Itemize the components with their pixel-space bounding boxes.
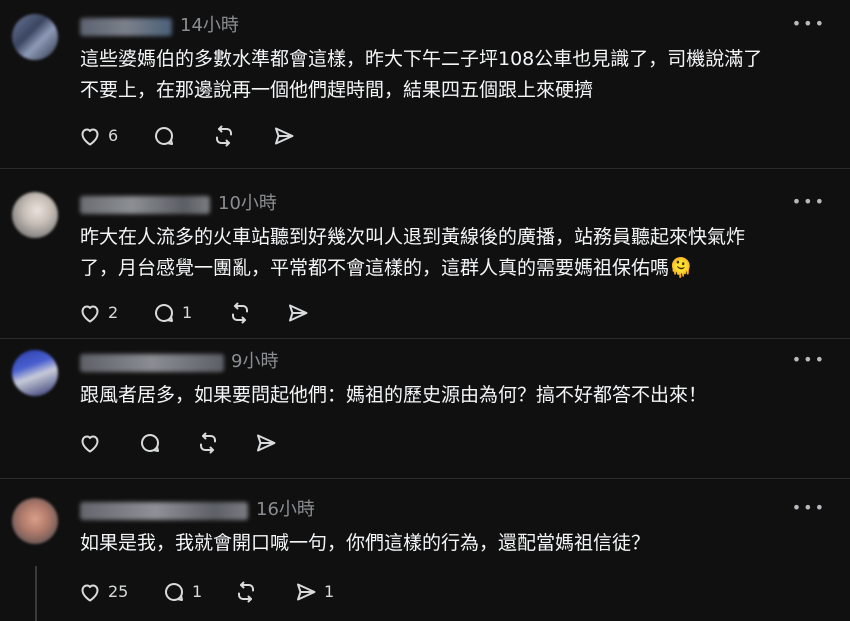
speech-bubble-icon: [165, 583, 183, 601]
comment-line: 如果是我，我就會開口喊一句，你們這樣的行為，還配當媽祖信徒？: [80, 532, 651, 554]
like-count: 2: [108, 303, 119, 322]
repost-button[interactable]: [234, 579, 264, 605]
timestamp: 10小時: [218, 193, 277, 214]
username-blurred[interactable]: [80, 196, 210, 214]
repost-icon: [232, 302, 248, 324]
divider: [0, 478, 850, 479]
more-options-icon[interactable]: •••: [792, 16, 826, 32]
comment-line: 跟風者居多，如果要問起他們：媽祖的歷史源由為何？搞不好都答不出來！: [80, 384, 708, 406]
comment-line: 了，月台感覺一團亂，平常都不會這樣的，這群人真的需要媽祖保佑嗎🫠: [80, 257, 693, 279]
username-blurred[interactable]: [80, 502, 248, 520]
repost-button[interactable]: [212, 123, 242, 149]
more-options-icon[interactable]: •••: [792, 194, 826, 210]
speech-bubble-icon: [141, 434, 159, 452]
reply-button[interactable]: 1: [162, 579, 202, 605]
comment-text: 這些婆媽伯的多數水準都會這樣，昨大下午二子坪108公車也見識了，司機說滿了 不要…: [80, 44, 825, 106]
heart-icon: [81, 305, 99, 323]
share-count: 1: [324, 582, 335, 601]
divider: [0, 168, 850, 169]
username-blurred[interactable]: [80, 354, 224, 372]
send-icon: [257, 434, 276, 452]
speech-bubble-icon: [155, 304, 173, 322]
heart-icon: [81, 584, 99, 602]
timestamp: 14小時: [180, 15, 239, 36]
reply-count: 1: [182, 303, 193, 322]
divider: [0, 338, 850, 339]
repost-icon: [238, 581, 254, 603]
repost-button[interactable]: [196, 430, 226, 456]
avatar[interactable]: [12, 14, 58, 60]
share-button[interactable]: 1: [294, 579, 334, 605]
timestamp: 9小時: [231, 351, 279, 372]
repost-button[interactable]: [228, 300, 258, 326]
reply-count: 1: [192, 582, 203, 601]
reply-button[interactable]: [152, 123, 182, 149]
like-count: 25: [108, 582, 129, 601]
repost-icon: [200, 432, 216, 454]
comment-text: 如果是我，我就會開口喊一句，你們這樣的行為，還配當媽祖信徒？: [80, 528, 825, 559]
avatar[interactable]: [12, 192, 58, 238]
comment-line: 不要上，在那邊說再一個他們趕時間，結果四五個跟上來硬擠: [80, 79, 594, 101]
comment-text: 昨大在人流多的火車站聽到好幾次叫人退到黃線後的廣播，站務員聽起來快氣炸 了，月台…: [80, 222, 825, 284]
like-count: 6: [108, 126, 119, 145]
heart-icon: [81, 435, 99, 453]
like-button[interactable]: 6: [78, 123, 118, 149]
heart-icon: [81, 128, 99, 146]
comment-line: 這些婆媽伯的多數水準都會這樣，昨大下午二子坪108公車也見識了，司機說滿了: [80, 48, 763, 70]
more-options-icon[interactable]: •••: [792, 352, 826, 368]
share-button[interactable]: [286, 300, 316, 326]
send-icon: [275, 127, 294, 145]
username-blurred[interactable]: [80, 18, 172, 36]
reply-button[interactable]: [138, 430, 168, 456]
share-button[interactable]: [254, 430, 284, 456]
like-button[interactable]: 25: [78, 579, 128, 605]
timestamp: 16小時: [256, 499, 315, 520]
reply-button[interactable]: 1: [152, 300, 192, 326]
speech-bubble-icon: [155, 127, 173, 145]
like-button[interactable]: [78, 430, 108, 456]
like-button[interactable]: 2: [78, 300, 118, 326]
comment-line: 昨大在人流多的火車站聽到好幾次叫人退到黃線後的廣播，站務員聽起來快氣炸: [80, 226, 746, 248]
send-icon: [297, 583, 316, 601]
more-options-icon[interactable]: •••: [792, 500, 826, 516]
send-icon: [289, 304, 308, 322]
share-button[interactable]: [272, 123, 302, 149]
comment-text: 跟風者居多，如果要問起他們：媽祖的歷史源由為何？搞不好都答不出來！: [80, 380, 825, 411]
repost-icon: [216, 125, 232, 147]
avatar[interactable]: [12, 350, 58, 396]
avatar[interactable]: [12, 498, 58, 544]
thread-line: [35, 566, 37, 621]
comment-feed: 14小時 ••• 這些婆媽伯的多數水準都會這樣，昨大下午二子坪108公車也見識了…: [0, 0, 850, 621]
